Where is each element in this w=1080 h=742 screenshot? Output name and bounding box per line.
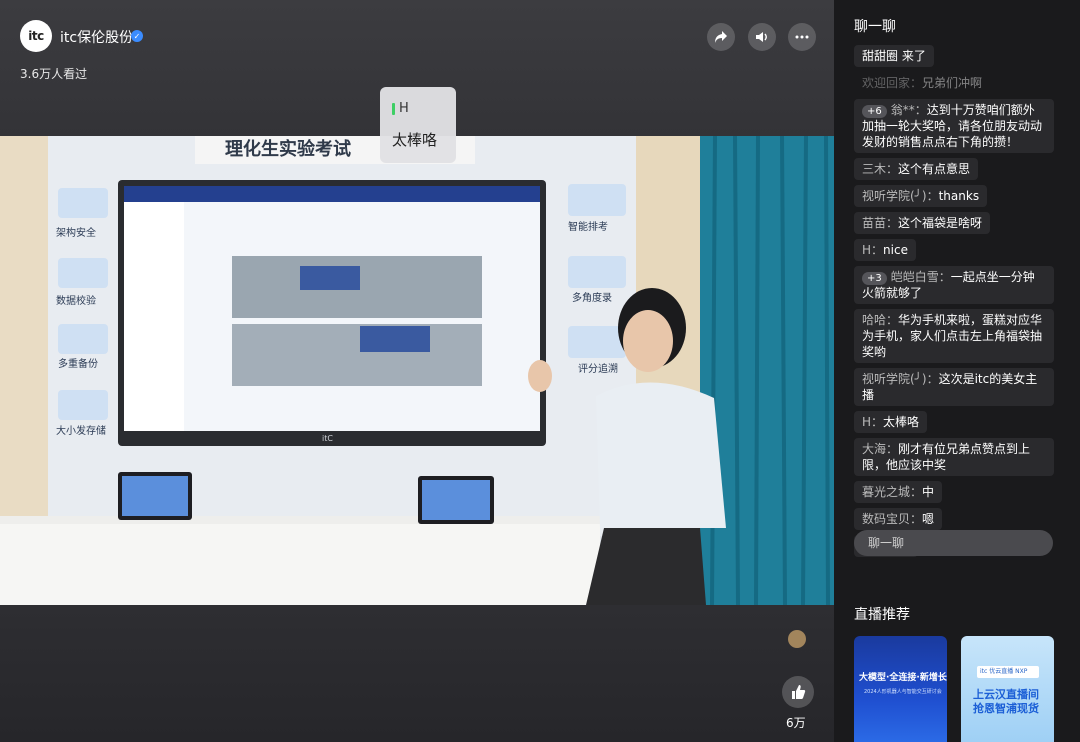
chat-message: +3 皑皑白雪：一起点坐一分钟火箭就够了 [854, 266, 1064, 309]
share-icon [715, 31, 727, 43]
chat-username[interactable]: 数码宝贝： [862, 512, 922, 526]
chat-bubble: H：太棒咯 [854, 411, 928, 433]
chat-text: thanks [938, 189, 980, 203]
tv-brand: itC [322, 434, 333, 443]
board-title: 理化生实验考试 [225, 138, 351, 160]
chat-text: 这个有点意思 [898, 162, 971, 176]
feature-label: 多重备份 [58, 357, 98, 370]
gift-badge: +6 [862, 105, 887, 118]
chat-message: 三木：这个有点意思 [854, 158, 1064, 185]
more-icon [795, 35, 809, 39]
chat-text: 这个福袋是啥呀 [898, 216, 983, 230]
chat-message: 视听学院(╯)：thanks [854, 185, 1064, 212]
like-button[interactable] [782, 676, 814, 708]
chat-bubble: 三木：这个有点意思 [854, 158, 979, 180]
feature-label: 智能排考 [568, 220, 608, 233]
chat-message: 苗苗：这个福袋是啥呀 [854, 212, 1064, 239]
share-button[interactable] [707, 23, 735, 51]
chat-bubble: 大海：刚才有位兄弟点赞点到上限，他应该中奖 [854, 438, 1054, 476]
chat-bubble: 暮光之城：中 [854, 481, 943, 503]
like-count: 6万 [786, 716, 806, 730]
right-feature-panel: 智能排考 多角度录 评分追溯 [568, 184, 626, 375]
chat-username[interactable]: 欢迎回家： [862, 76, 922, 90]
chat-bubble: H：nice [854, 239, 916, 261]
chat-bubble: 数码宝贝：嗯 [854, 508, 943, 530]
chat-text: 太棒咯 [883, 415, 920, 429]
chat-bubble: +3 皑皑白雪：一起点坐一分钟火箭就够了 [854, 266, 1054, 304]
chat-bubble: 甜甜圈 来了 [854, 45, 934, 67]
chat-username[interactable]: 翁**： [891, 103, 927, 117]
host-name[interactable]: itc保伦股份 [60, 27, 133, 47]
video-frame: 理化生实验考试 架构安全 数据校验 多重备份 大小发存储 智能排考 多角度录 评… [0, 136, 834, 605]
recommend-card[interactable]: itc 优云直播 NXP 上云汉直播间 抢恩智浦现货 [961, 636, 1054, 742]
feature-label: 大小发存储 [56, 424, 106, 437]
popup-message: 太棒咯 [392, 131, 438, 149]
chat-message: 暮光之城：中 [854, 481, 1064, 508]
chat-message: H：nice [854, 239, 1064, 266]
chat-username[interactable]: H： [862, 243, 883, 257]
chat-message: H：太棒咯 [854, 411, 1064, 438]
chat-text: 嗯 [922, 512, 935, 526]
recommend-card-tag: itc 优云直播 NXP [977, 666, 1039, 678]
live-video[interactable]: 理化生实验考试 架构安全 数据校验 多重备份 大小发存储 智能排考 多角度录 评… [0, 136, 834, 605]
recommend-title: 直播推荐 [854, 607, 910, 623]
chat-username[interactable]: 苗苗： [862, 216, 898, 230]
chat-message: 甜甜圈 来了 [854, 45, 1064, 72]
chat-bubble: +6 翁**：达到十万赞咱们额外加抽一轮大奖哈，请各位朋友动动发财的销售点点右下角… [854, 99, 1054, 153]
chat-message: 欢迎回家：兄弟们冲啊 [854, 72, 1064, 99]
chat-username[interactable]: 视听学院(╯)： [862, 189, 939, 203]
volume-icon [756, 32, 767, 42]
viewer-count: 3.6万人看过 [20, 67, 88, 81]
recommend-card[interactable]: 大模型·全连接·新增长 2024人形机器人与智能交互研讨会 [854, 636, 947, 742]
chat-message: 哈哈：华为手机来啦，蛋糕对应华为手机，家人们点击左上角福袋抽奖哟 [854, 309, 1064, 368]
chat-text: nice [883, 243, 908, 257]
host-avatar[interactable]: itc [20, 20, 52, 52]
recommend-card-title: 大模型·全连接·新增长 [859, 673, 947, 683]
feature-label: 架构安全 [56, 226, 96, 239]
chat-bubble: 苗苗：这个福袋是啥呀 [854, 212, 991, 234]
chat-input[interactable] [854, 530, 1053, 556]
chat-sidebar: 聊一聊 甜甜圈 来了 欢迎回家：兄弟们冲啊 +6 翁**：达到十万赞咱们额外加抽一轮大… [834, 0, 1080, 742]
recommend-card-subtitle: 2024人形机器人与智能交互研讨会 [864, 689, 942, 695]
volume-button[interactable] [748, 23, 776, 51]
chat-list[interactable]: 甜甜圈 来了 欢迎回家：兄弟们冲啊 +6 翁**：达到十万赞咱们额外加抽一轮大奖哈，请… [854, 45, 1064, 562]
video-bottom-area [0, 605, 834, 742]
chat-title: 聊一聊 [854, 19, 896, 35]
chat-text: 兄弟们冲啊 [922, 76, 983, 90]
recommend-card-subtitle: 抢恩智浦现货 [973, 702, 1039, 715]
chat-message: 大海：刚才有位兄弟点赞点到上限，他应该中奖 [854, 438, 1064, 481]
chat-bubble: 视听学院(╯)：thanks [854, 185, 988, 207]
feature-label: 评分追溯 [578, 362, 618, 375]
chat-username[interactable]: 视听学院(╯)： [862, 372, 939, 386]
chat-username[interactable]: H： [862, 415, 883, 429]
chat-text: 甜甜圈 来了 [862, 49, 926, 63]
popup-user: H [399, 101, 409, 116]
chat-username[interactable]: 暮光之城： [862, 485, 922, 499]
chat-text: 达到十万赞咱们额外加抽一轮大奖哈，请各位朋友动动发财的销售点点右下角的攒！ [862, 103, 1043, 149]
more-button[interactable] [788, 23, 816, 51]
chat-username[interactable]: 三木： [862, 162, 898, 176]
avatar-logo: itc [28, 29, 44, 43]
chat-text: 中 [922, 485, 935, 499]
popup-accent-bar [392, 103, 395, 115]
chat-input-box[interactable] [854, 530, 1053, 556]
chat-bubble: 欢迎回家：兄弟们冲啊 [854, 72, 990, 94]
chat-username[interactable]: 大海： [862, 442, 898, 456]
chat-message: +6 翁**：达到十万赞咱们额外加抽一轮大奖哈，请各位朋友动动发财的销售点点右下角… [854, 99, 1064, 158]
chat-username[interactable]: 哈哈： [862, 313, 898, 327]
floating-emoji [788, 630, 806, 648]
verified-icon: ✓ [131, 30, 143, 42]
chat-username[interactable]: 皑皑白雪： [891, 270, 951, 284]
thumbs-up-icon [792, 685, 806, 699]
feature-label: 数据校验 [56, 294, 96, 307]
feature-label: 多角度录 [572, 291, 612, 304]
chat-bubble: 视听学院(╯)：这次是itc的美女主播 [854, 368, 1054, 406]
chat-bubble: 哈哈：华为手机来啦，蛋糕对应华为手机，家人们点击左上角福袋抽奖哟 [854, 309, 1054, 363]
gift-badge: +3 [862, 272, 887, 285]
chat-message: 视听学院(╯)：这次是itc的美女主播 [854, 368, 1064, 411]
comment-popup: H 太棒咯 [380, 87, 456, 163]
live-stage: itc itc保伦股份 ✓ 3.6万人看过 理化生实验考试 架构安全 数据校验 … [0, 0, 834, 742]
